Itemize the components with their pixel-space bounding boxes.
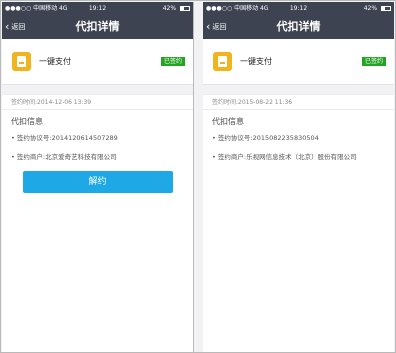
status-bar: ●●●○○ 中国移动 4G 19:12 42% <box>203 2 394 15</box>
quick-pay-icon <box>12 52 31 71</box>
withholding-info-section: 代扣信息 • 签约协议号:2014120614507289 • 签约商户:北京爱… <box>2 110 193 352</box>
left-phone-screen: ●●●○○ 中国移动 4G 19:12 42% ‹ 返回 代扣详情 一键支付 已… <box>2 2 194 352</box>
withholding-info-section: 代扣信息 • 签约协议号:2015082235830504 • 签约商户:乐视网… <box>203 110 394 352</box>
payment-method-row: 一键支付 已签约 <box>2 39 193 85</box>
cancel-agreement-button[interactable]: 解约 <box>22 171 173 193</box>
merchant-name: • 签约商户:乐视网信息技术（北京）股份有限公司 <box>212 153 357 161</box>
nav-bar: ‹ 返回 代扣详情 <box>203 15 394 39</box>
agreement-number: • 签约协议号:2015082235830504 <box>212 134 319 142</box>
payment-method-name: 一键支付 <box>240 57 272 66</box>
page-title: 代扣详情 <box>75 20 120 33</box>
battery-indicator: 42% <box>364 2 391 15</box>
sign-time: 签约时间:2014-12-06 13:39 <box>2 94 193 110</box>
battery-percent: 42% <box>363 5 378 12</box>
battery-icon <box>180 6 190 11</box>
sign-time: 签约时间:2015-08-22 11:36 <box>203 94 394 110</box>
quick-pay-icon <box>213 52 232 71</box>
agreement-number: • 签约协议号:2014120614507289 <box>11 134 118 142</box>
battery-percent: 42% <box>162 5 177 12</box>
section-title: 代扣信息 <box>212 117 244 126</box>
status-badge: 已签约 <box>160 57 185 66</box>
status-badge: 已签约 <box>361 57 386 66</box>
section-title: 代扣信息 <box>11 117 43 126</box>
right-phone-screen: ●●●○○ 中国移动 4G 19:12 42% ‹ 返回 代扣详情 一键支付 已… <box>203 2 394 352</box>
status-bar: ●●●○○ 中国移动 4G 19:12 42% <box>2 2 193 15</box>
payment-method-row: 一键支付 已签约 <box>203 39 394 85</box>
nav-bar: ‹ 返回 代扣详情 <box>2 15 193 39</box>
page-title: 代扣详情 <box>276 20 321 33</box>
payment-method-name: 一键支付 <box>39 57 71 66</box>
battery-icon <box>381 6 391 11</box>
screenshot-frame: ●●●○○ 中国移动 4G 19:12 42% ‹ 返回 代扣详情 一键支付 已… <box>0 0 396 353</box>
battery-indicator: 42% <box>163 2 190 15</box>
merchant-name: • 签约商户:北京爱奇艺科技有限公司 <box>11 153 117 161</box>
